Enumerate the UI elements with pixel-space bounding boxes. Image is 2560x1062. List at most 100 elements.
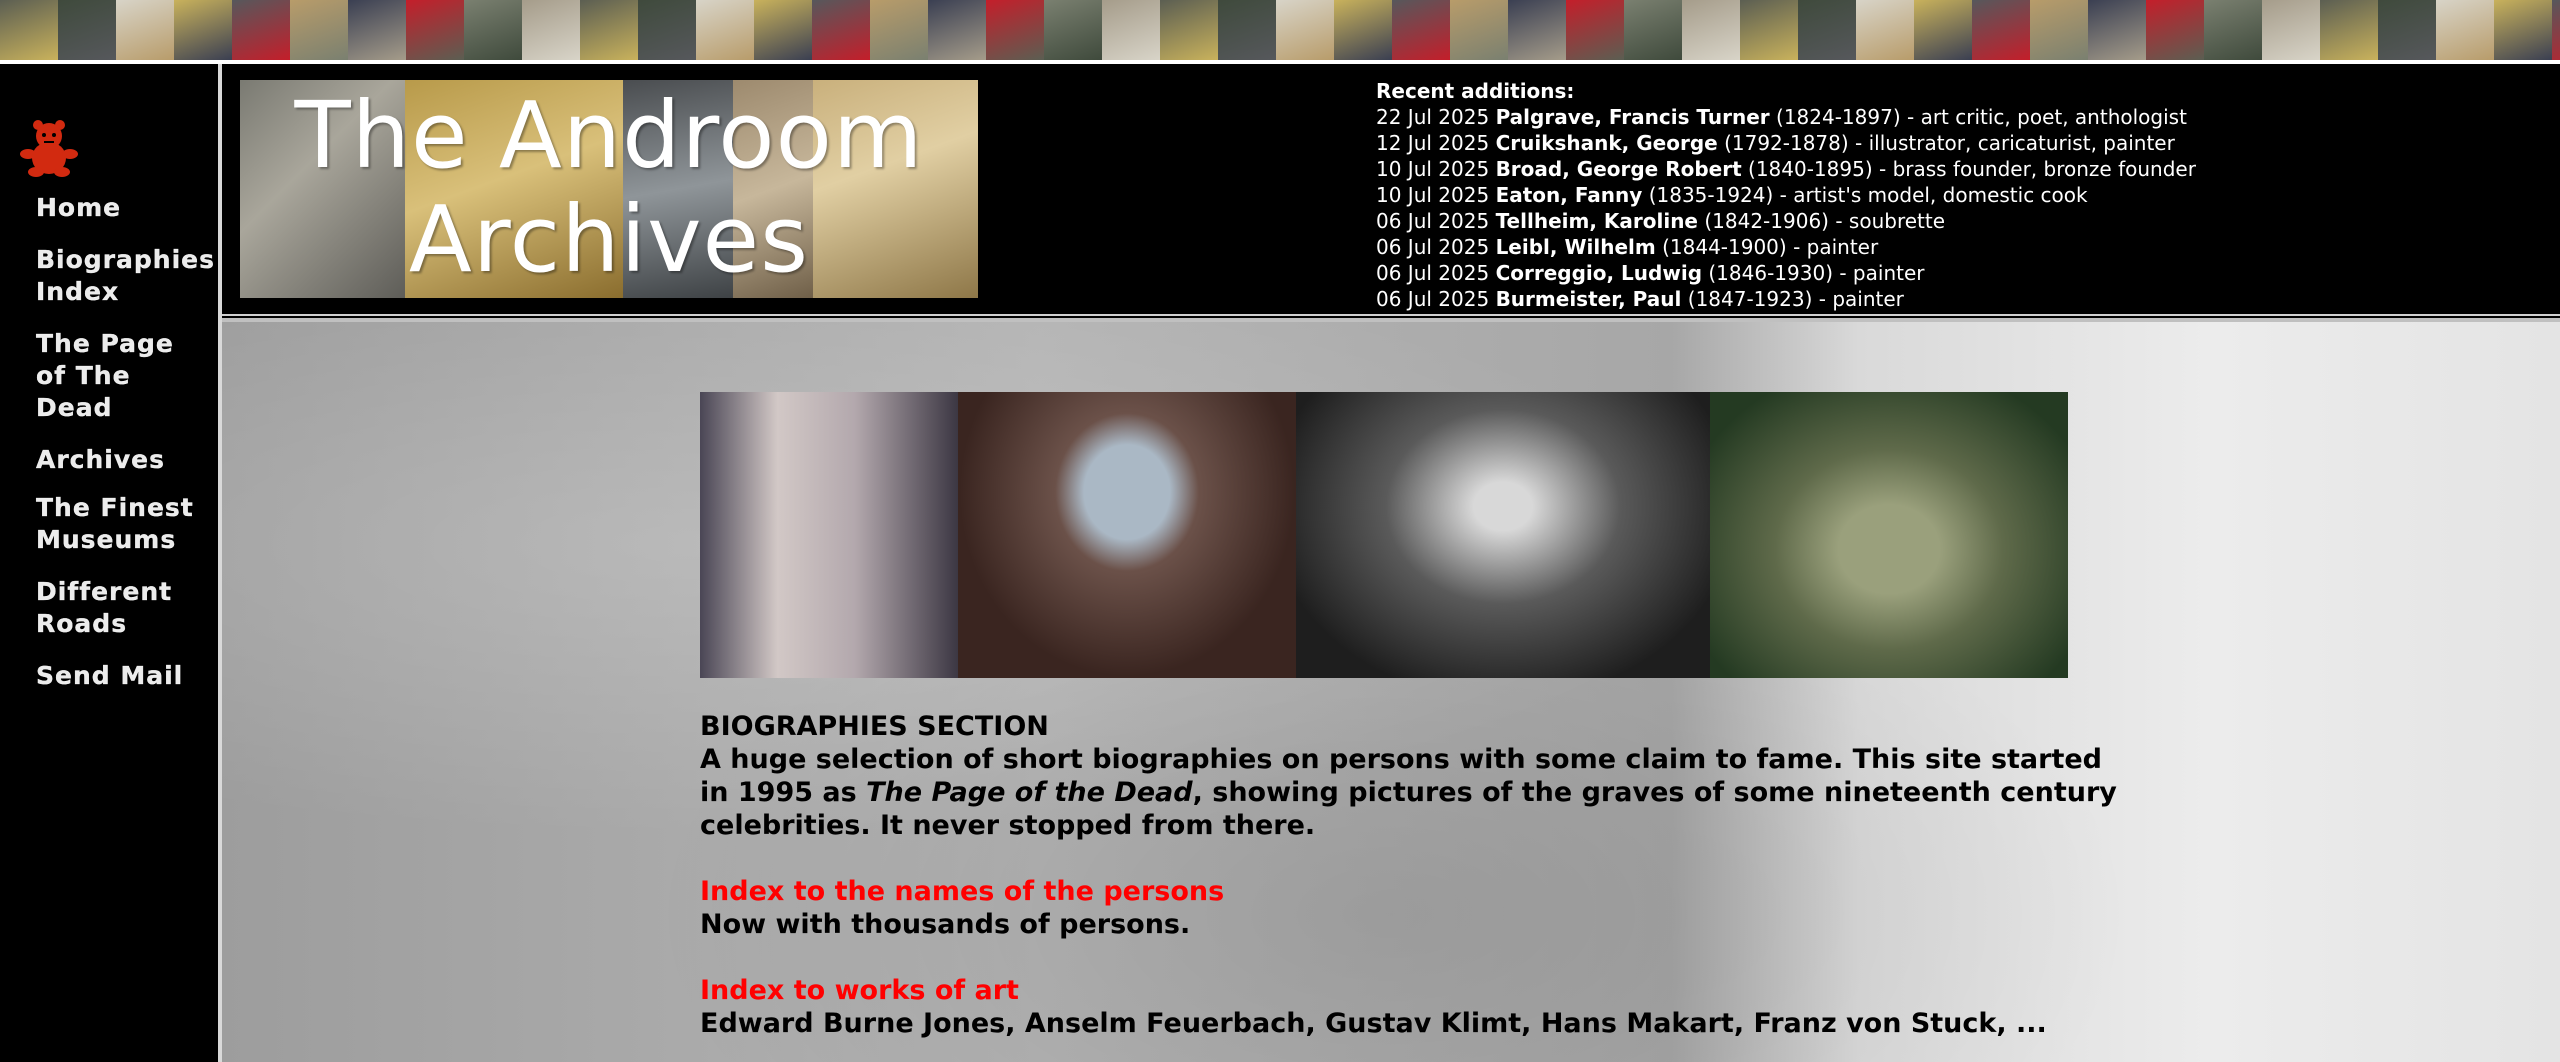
photo-angel-bw (1296, 392, 1710, 678)
recent-date: 06 Jul 2025 (1376, 261, 1490, 285)
intro-italic-title: The Page of the Dead (866, 777, 1193, 808)
recent-addition-row: 10 Jul 2025 Broad, George Robert (1840-1… (1376, 156, 2546, 182)
nav-finest-museums[interactable]: The Finest Museums (36, 492, 206, 556)
top-strip-tile (290, 0, 348, 60)
top-strip-tile (1682, 0, 1740, 60)
top-strip-tile (2146, 0, 2204, 60)
top-strip-tile (2320, 0, 2378, 60)
top-strip-tile (1044, 0, 1102, 60)
top-strip-tile (232, 0, 290, 60)
recent-person-link[interactable]: Leibl, Wilhelm (1496, 235, 1656, 259)
header: The Androom Archives Recent additions: 2… (222, 64, 2560, 316)
recent-person-link[interactable]: Burmeister, Paul (1496, 287, 1682, 311)
top-strip-tile (1740, 0, 1798, 60)
sidebar: Home Biographies Index The Page of The D… (0, 64, 218, 1062)
recent-years: (1846-1930) (1708, 261, 1833, 285)
recent-description: - painter (1818, 287, 1904, 311)
top-strip-tile (464, 0, 522, 60)
names-index-link[interactable]: Index to the names of the persons (700, 875, 2120, 908)
top-strip-tile (638, 0, 696, 60)
recent-description: - painter (1839, 261, 1925, 285)
top-strip-tile (174, 0, 232, 60)
site-banner[interactable]: The Androom Archives (240, 80, 978, 298)
nav-send-mail[interactable]: Send Mail (36, 660, 216, 692)
recent-person-link[interactable]: Broad, George Robert (1496, 157, 1742, 181)
recent-addition-row: 10 Jul 2025 Eaton, Fanny (1835-1924) - a… (1376, 182, 2546, 208)
top-strip-tile (812, 0, 870, 60)
recent-years: (1844-1900) (1662, 235, 1787, 259)
top-strip-tile (754, 0, 812, 60)
top-strip-tile (986, 0, 1044, 60)
recent-addition-row: 22 Jul 2025 Palgrave, Francis Turner (18… (1376, 104, 2546, 130)
nav-different-roads[interactable]: Different Roads (36, 576, 176, 640)
section-title: BIOGRAPHIES SECTION (700, 711, 1049, 742)
nav-archives[interactable]: Archives (36, 444, 216, 476)
top-strip-tile (406, 0, 464, 60)
top-strip-tile (928, 0, 986, 60)
top-strip-tile (2262, 0, 2320, 60)
recent-years: (1840-1895) (1748, 157, 1873, 181)
red-teddy-figure-icon (16, 116, 82, 178)
recent-years: (1792-1878) (1724, 131, 1849, 155)
top-strip-tile (1914, 0, 1972, 60)
top-strip-tile (870, 0, 928, 60)
works-of-art-link[interactable]: Index to works of art (700, 974, 2120, 1007)
recent-addition-row: 06 Jul 2025 Leibl, Wilhelm (1844-1900) -… (1376, 234, 2546, 260)
top-strip-tile (2030, 0, 2088, 60)
recent-person-link[interactable]: Eaton, Fanny (1496, 183, 1643, 207)
top-strip-tile (1798, 0, 1856, 60)
top-strip-tile (522, 0, 580, 60)
site-title-line2: Archives (408, 186, 810, 293)
photo-bust (958, 392, 1296, 678)
recent-years: (1835-1924) (1648, 183, 1774, 207)
intro-paragraph: A huge selection of short biographies on… (700, 743, 2120, 842)
recent-addition-row: 06 Jul 2025 Burmeister, Paul (1847-1923)… (1376, 286, 2546, 312)
recent-date: 06 Jul 2025 (1376, 235, 1490, 259)
top-strip-tile (1160, 0, 1218, 60)
recent-additions: Recent additions: 22 Jul 2025 Palgrave, … (1376, 78, 2546, 312)
top-strip-tile (0, 0, 58, 60)
top-strip-tile (1334, 0, 1392, 60)
top-strip-tile (1508, 0, 1566, 60)
recent-date: 10 Jul 2025 (1376, 183, 1490, 207)
top-strip-tile (2088, 0, 2146, 60)
recent-person-link[interactable]: Tellheim, Karoline (1496, 209, 1698, 233)
recent-date: 06 Jul 2025 (1376, 209, 1490, 233)
top-strip-tile (696, 0, 754, 60)
recent-description: - artist's model, domestic cook (1779, 183, 2088, 207)
works-of-art-description: Edward Burne Jones, Anselm Feuerbach, Gu… (700, 1008, 2047, 1039)
nav-home[interactable]: Home (36, 192, 216, 224)
top-strip-tile (58, 0, 116, 60)
recent-description: - painter (1793, 235, 1879, 259)
top-strip-tile (348, 0, 406, 60)
top-strip-tile (1972, 0, 2030, 60)
recent-person-link[interactable]: Cruikshank, George (1496, 131, 1718, 155)
nav-page-of-the-dead[interactable]: The Page of The Dead (36, 328, 206, 424)
photo-mossy-angel (1710, 392, 2068, 678)
site-title: The Androom Archives (240, 80, 978, 298)
top-strip-tile (1392, 0, 1450, 60)
top-thumbnail-strip (0, 0, 2560, 60)
top-strip-tile (2494, 0, 2552, 60)
recent-person-link[interactable]: Palgrave, Francis Turner (1496, 105, 1770, 129)
biographies-section: BIOGRAPHIES SECTION A huge selection of … (700, 710, 2120, 1040)
site-title-line1: The Androom (294, 82, 924, 189)
header-divider (222, 312, 2560, 322)
top-strip-tile (1566, 0, 1624, 60)
recent-description: - brass founder, bronze founder (1879, 157, 2196, 181)
recent-person-link[interactable]: Correggio, Ludwig (1496, 261, 1702, 285)
recent-addition-row: 06 Jul 2025 Tellheim, Karoline (1842-190… (1376, 208, 2546, 234)
nav-biographies-index[interactable]: Biographies Index (36, 244, 214, 308)
top-strip-tile (1856, 0, 1914, 60)
recent-description: - art critic, poet, anthologist (1907, 105, 2187, 129)
content-column: BIOGRAPHIES SECTION A huge selection of … (700, 392, 2120, 1040)
recent-years: (1842-1906) (1704, 209, 1829, 233)
recent-date: 10 Jul 2025 (1376, 157, 1490, 181)
main-content: BIOGRAPHIES SECTION A huge selection of … (222, 322, 2560, 1062)
recent-years: (1847-1923) (1687, 287, 1813, 311)
top-strip-tile (1102, 0, 1160, 60)
top-strip-tile (2552, 0, 2560, 60)
recent-years: (1824-1897) (1776, 105, 1901, 129)
recent-additions-heading: Recent additions: (1376, 79, 1575, 103)
top-strip-tile (1624, 0, 1682, 60)
